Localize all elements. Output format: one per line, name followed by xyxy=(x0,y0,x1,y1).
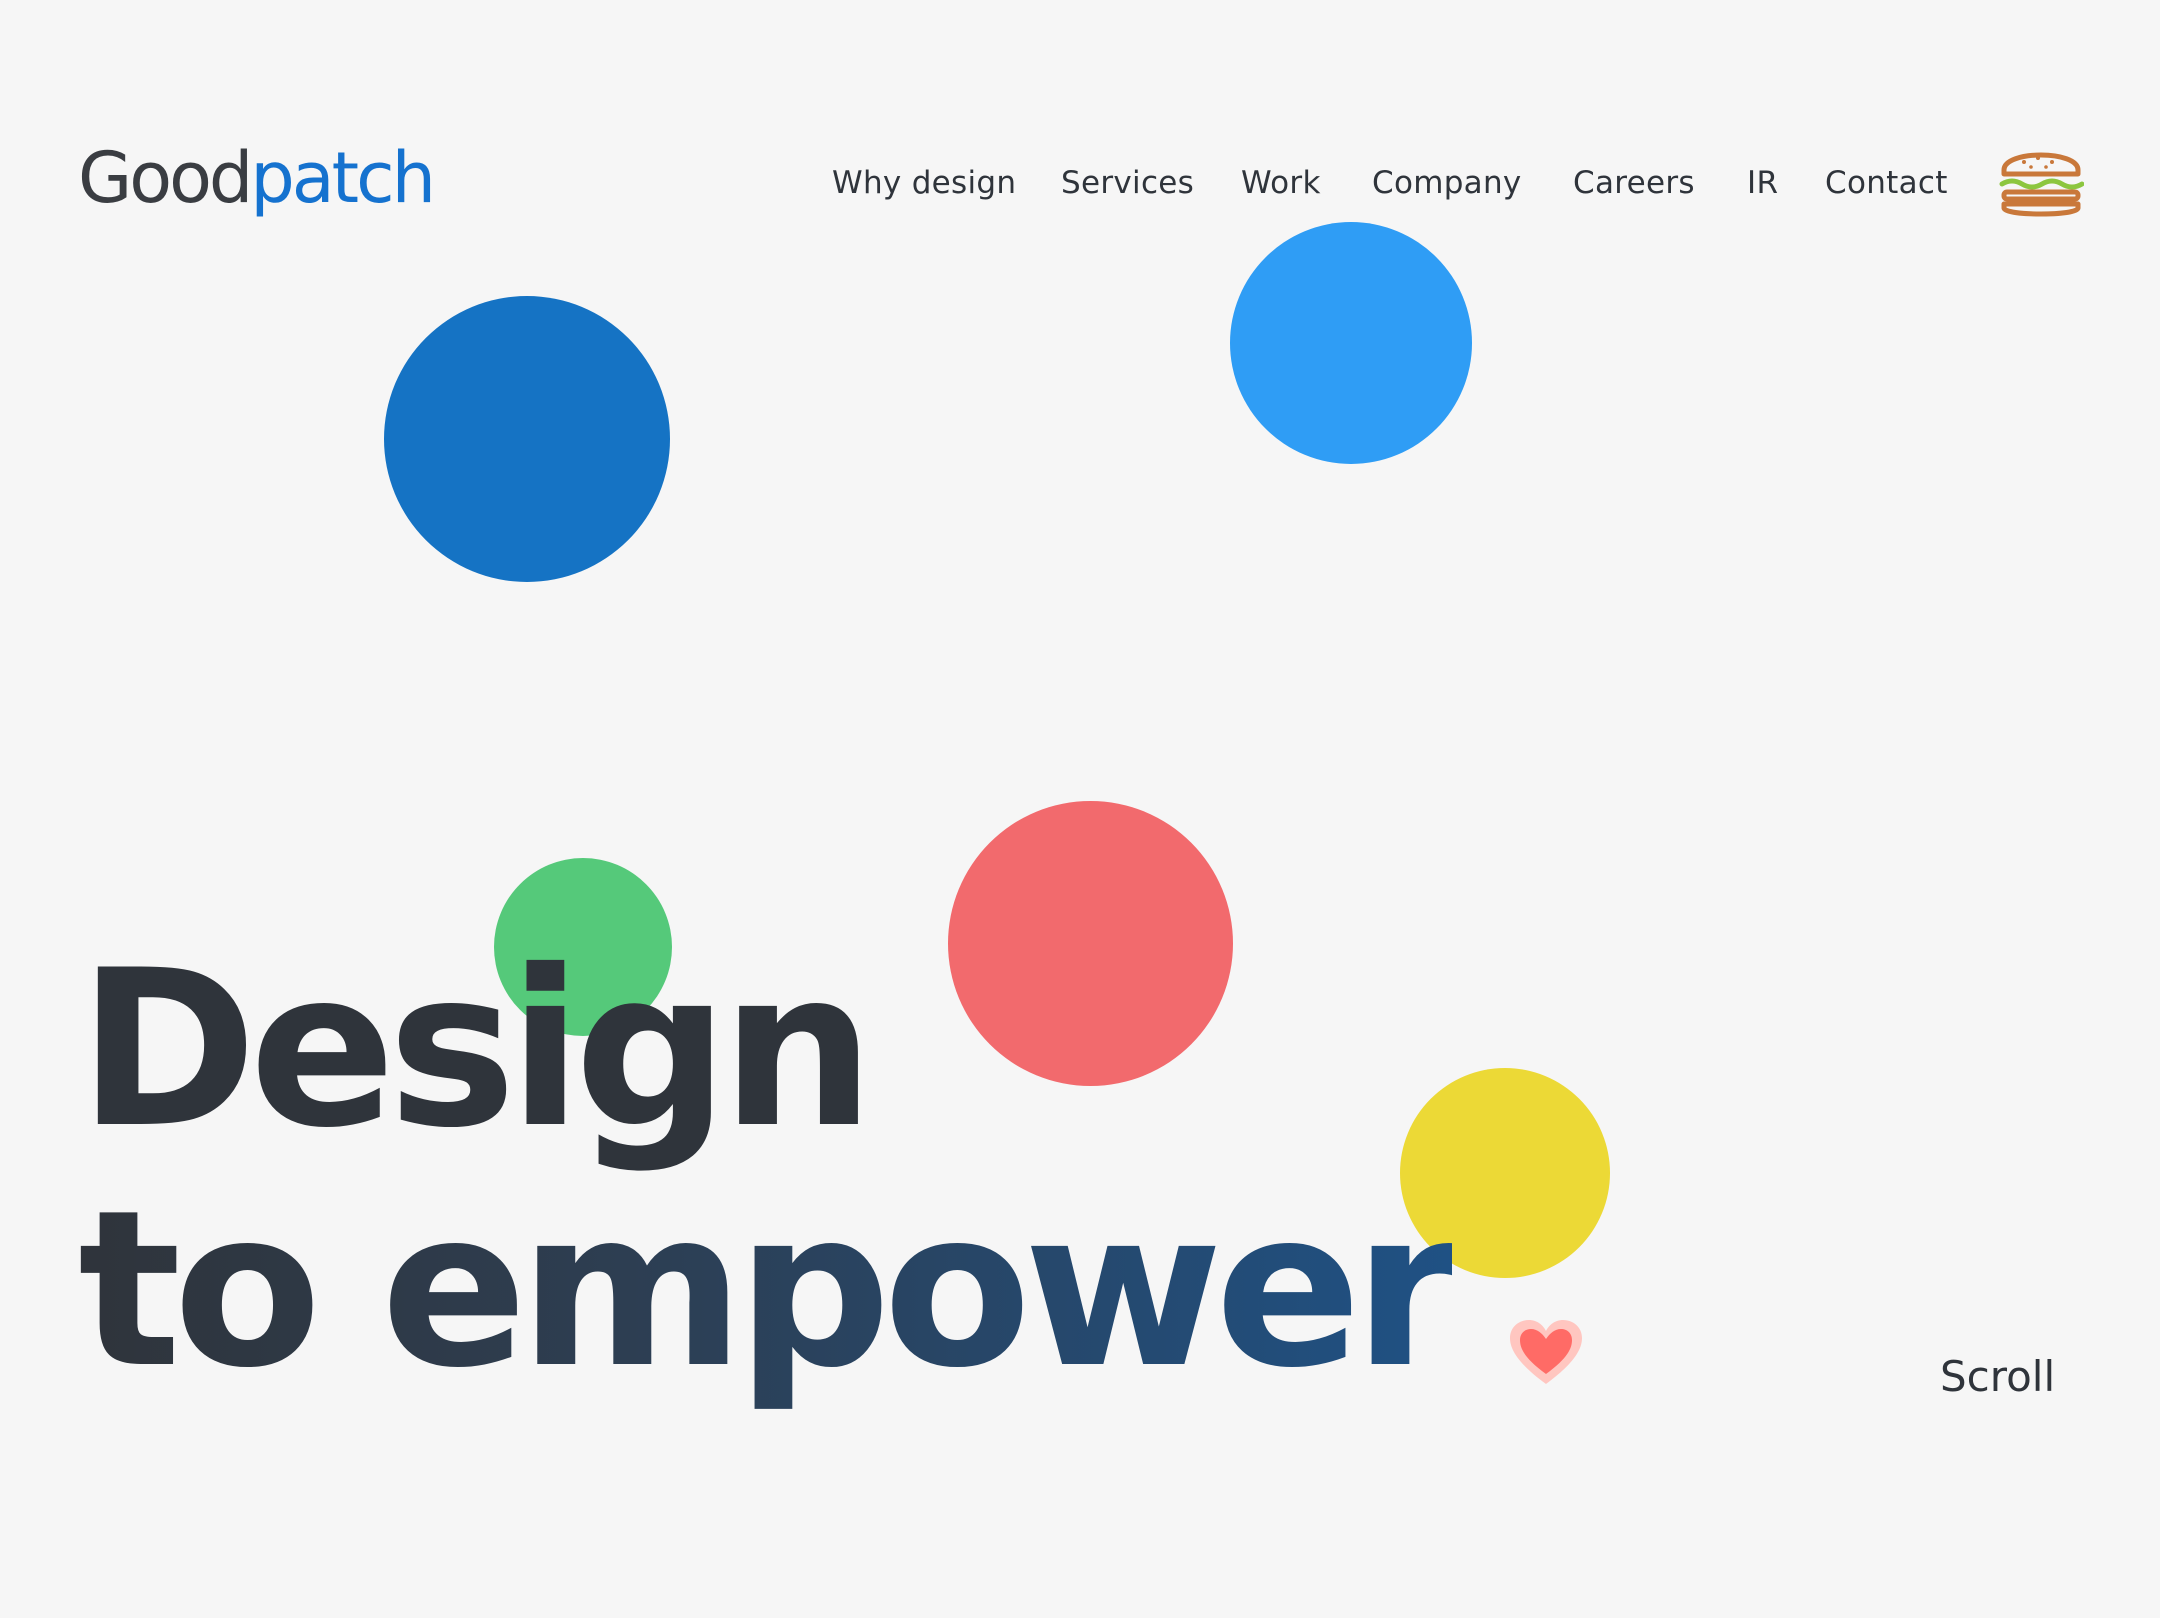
nav-item-careers[interactable]: Careers xyxy=(1573,148,1695,218)
nav-item-contact[interactable]: Contact xyxy=(1825,148,1948,218)
bubble-dark-blue xyxy=(384,296,670,582)
nav-item-ir[interactable]: IR xyxy=(1747,148,1778,218)
menu-button[interactable] xyxy=(1998,140,2085,220)
nav-item-company[interactable]: Company xyxy=(1372,148,1522,218)
hamburger-icon xyxy=(1999,152,2085,217)
hero-headline: Design to empower xyxy=(78,924,1460,1415)
scroll-indicator[interactable]: Scroll xyxy=(1940,1352,2055,1401)
headline-line-1: Design xyxy=(78,924,875,1175)
nav-item-services[interactable]: Services xyxy=(1061,148,1194,218)
bubble-light-blue xyxy=(1230,222,1472,464)
nav-item-why-design[interactable]: Why design xyxy=(832,148,1016,218)
main-navigation: Why design Services Work Company Careers… xyxy=(0,148,2160,218)
nav-item-work[interactable]: Work xyxy=(1241,148,1321,218)
heart-icon xyxy=(1506,1318,1586,1390)
headline-line-2: to empower xyxy=(78,1164,1460,1415)
